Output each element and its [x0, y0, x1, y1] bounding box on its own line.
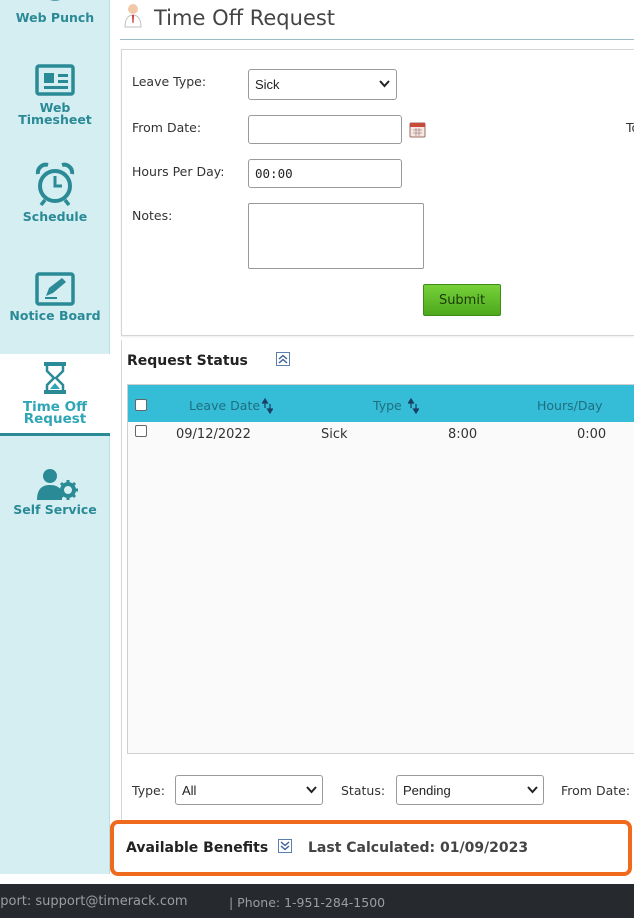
sidebar-item-notice-board[interactable]: Notice Board [0, 272, 110, 332]
cell-extra: 0:00 [577, 427, 607, 442]
sidebar-item-time-off-request[interactable]: Time Off Request [0, 354, 110, 436]
footer: pport: support@timerack.com | Phone: 1-9… [0, 884, 634, 918]
person-icon [124, 4, 142, 28]
sidebar-item-label: Schedule [22, 209, 88, 224]
type-filter-select[interactable]: All [175, 775, 323, 805]
request-status-table: Leave Date Type Hours/Day 09/12/2022 Sic… [127, 384, 634, 754]
status-filter-wrap: Pending [396, 775, 544, 805]
row-checkbox[interactable] [135, 425, 147, 437]
notes-textarea[interactable] [248, 203, 424, 269]
to-date-label: To [626, 120, 634, 135]
cell-type: Sick [321, 427, 348, 442]
hourglass-icon [44, 362, 66, 394]
page-title: Time Off Request [154, 6, 336, 30]
hours-per-day-input[interactable] [248, 159, 402, 188]
submit-button[interactable]: Submit [423, 284, 501, 316]
user-gear-icon [37, 469, 78, 500]
leave-type-select[interactable]: Sick [248, 69, 397, 100]
time-off-form: Leave Type: Sick From Date: To Hours Per… [121, 49, 634, 336]
column-header-hours-per-day[interactable]: Hours/Day [537, 398, 603, 413]
request-status-panel: Request Status Leave Date Type Hours/Day… [121, 340, 634, 874]
page-header: Time Off Request [120, 0, 634, 40]
select-all-checkbox[interactable] [135, 399, 147, 411]
leave-type-label: Leave Type: [132, 74, 207, 89]
column-header-type[interactable]: Type [373, 398, 402, 413]
expand-down-icon[interactable] [278, 839, 292, 853]
sidebar-item-label: Web Punch [15, 10, 95, 25]
footer-support-link[interactable]: pport: support@timerack.com [0, 894, 188, 909]
sidebar-item-web-timesheet[interactable]: Web Timesheet [0, 64, 110, 134]
sidebar-nav: Web Punch Web Timesheet Schedule Notice … [0, 0, 110, 874]
request-status-title: Request Status [127, 353, 248, 369]
cell-leave-date: 09/12/2022 [176, 427, 251, 442]
available-benefits-section: Available Benefits Last Calculated: 01/0… [110, 820, 632, 876]
sidebar-item-self-service[interactable]: Self Service [0, 466, 110, 526]
footer-phone-text: | Phone: 1-951-284-1500 [229, 895, 386, 910]
available-benefits-title: Available Benefits [126, 840, 269, 856]
calendar-icon[interactable] [409, 121, 426, 138]
last-calculated-text: Last Calculated: 01/09/2023 [308, 840, 529, 856]
notes-label: Notes: [132, 208, 173, 223]
alarm-clock-icon [35, 162, 75, 206]
type-filter-label: Type: [132, 783, 165, 798]
from-date-label: From Date: [132, 120, 202, 135]
sort-icon[interactable] [262, 398, 273, 414]
cell-hours: 8:00 [448, 427, 478, 442]
leave-type-select-wrap: Sick [248, 69, 397, 100]
notice-board-icon [35, 272, 75, 306]
sidebar-item-label-line2: Request [23, 411, 87, 427]
status-filter-label: Status: [341, 783, 386, 798]
sidebar-item-label-line2: Timesheet [18, 112, 92, 127]
type-filter-wrap: All [175, 775, 323, 805]
clock-punch-icon [50, 0, 60, 1]
from-date-input[interactable] [248, 115, 402, 144]
sidebar-item-label: Notice Board [9, 308, 101, 323]
sidebar-item-schedule[interactable]: Schedule [0, 162, 110, 232]
sidebar-item-label: Self Service [13, 502, 97, 517]
collapse-up-icon[interactable] [276, 352, 290, 366]
status-filter-select[interactable]: Pending [396, 775, 544, 805]
column-header-leave-date[interactable]: Leave Date [189, 398, 260, 413]
sidebar-item-web-punch[interactable]: Web Punch [0, 0, 110, 32]
table-header-row: Leave Date Type Hours/Day [128, 385, 634, 422]
hours-per-day-label: Hours Per Day: [132, 164, 225, 179]
timesheet-card-icon [35, 64, 75, 96]
from-date-filter-label: From Date: [561, 783, 631, 798]
sort-icon[interactable] [408, 398, 419, 414]
